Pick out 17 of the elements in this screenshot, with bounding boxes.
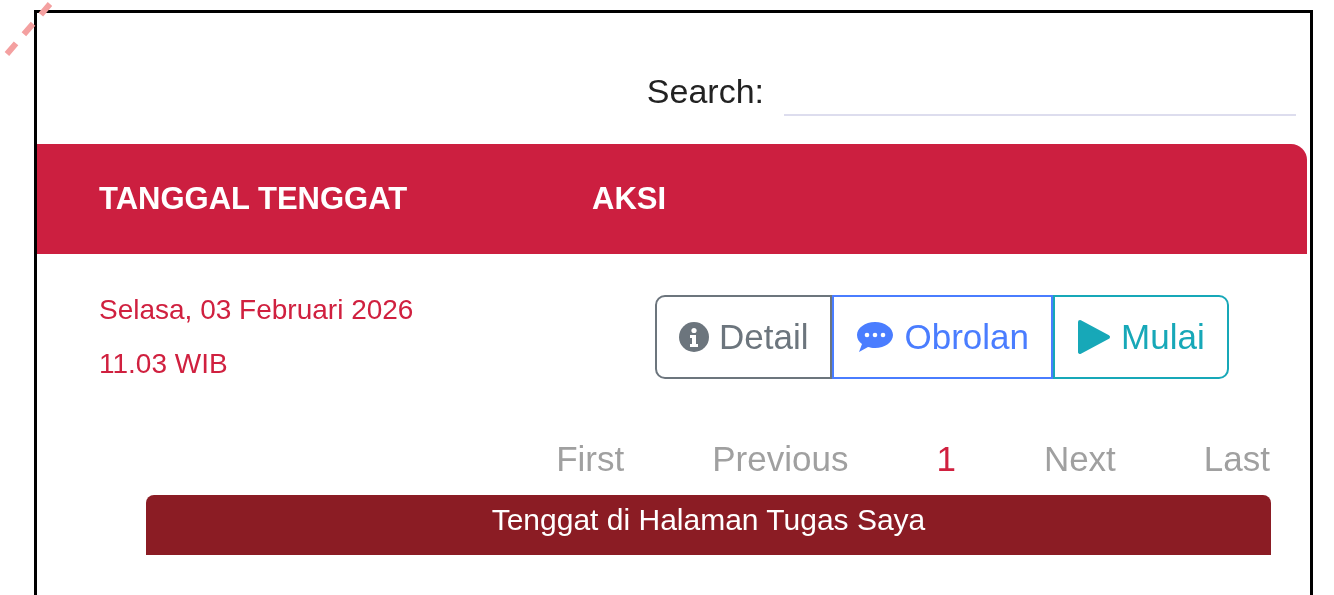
info-icon bbox=[679, 321, 709, 352]
page-link[interactable]: 1 bbox=[936, 439, 956, 479]
column-header: TANGGAL TENGGAT bbox=[98, 181, 409, 217]
play-icon bbox=[1077, 318, 1111, 355]
chat-bubble-icon bbox=[856, 320, 895, 353]
start-button[interactable]: Mulai bbox=[1053, 294, 1229, 379]
page-link[interactable]: First bbox=[556, 439, 625, 479]
caption-banner: Tenggat di Halaman Tugas Saya bbox=[146, 495, 1271, 555]
page-link[interactable]: Next bbox=[1043, 439, 1116, 479]
due-date: Selasa, 03 Februari 2026 bbox=[99, 293, 415, 326]
page-link[interactable]: Last bbox=[1203, 439, 1270, 479]
search-label: Search: bbox=[646, 71, 764, 111]
due-time: 11.03 WIB bbox=[99, 347, 229, 380]
detail-button[interactable]: Detail bbox=[655, 294, 833, 379]
chat-button[interactable]: Obrolan bbox=[832, 294, 1053, 379]
column-header: AKSI bbox=[592, 181, 667, 217]
page-link[interactable]: Previous bbox=[712, 439, 849, 479]
